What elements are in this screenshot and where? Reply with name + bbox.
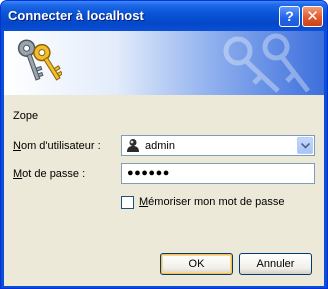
chevron-down-icon [301, 143, 310, 149]
login-dialog: Connecter à localhost ? ✕ Zope Nom d'uti… [0, 0, 328, 289]
keys-watermark-icon [223, 33, 310, 93]
close-button[interactable]: ✕ [302, 6, 323, 27]
window-title: Connecter à localhost [8, 8, 144, 23]
username-label-text: om d'utilisateur : [20, 140, 101, 152]
password-masked-value: ●●●●●● [127, 167, 170, 179]
remember-label-text: émoriser mon mot de passe [148, 196, 285, 208]
remember-label-accelerator: M [139, 196, 149, 208]
password-field[interactable]: ●●●●●● [121, 163, 315, 184]
remember-password-checkbox[interactable] [121, 196, 134, 209]
user-account-icon [127, 139, 139, 152]
ok-button[interactable]: OK [160, 253, 233, 275]
realm-label: Zope [13, 110, 39, 122]
keys-icon [17, 39, 62, 81]
password-label-text: ot de passe : [22, 168, 86, 180]
username-dropdown-button[interactable] [297, 137, 313, 154]
dialog-body: Zope Nom d'utilisateur : admin Mot de pa… [4, 31, 324, 286]
username-label: Nom d'utilisateur : [13, 140, 101, 152]
cancel-button[interactable]: Annuler [239, 253, 312, 275]
dialog-banner [4, 31, 324, 95]
title-bar[interactable]: Connecter à localhost ? ✕ [1, 1, 327, 31]
username-label-accelerator: N [13, 140, 21, 152]
password-label-accelerator: M [13, 168, 23, 180]
password-label: Mot de passe : [13, 168, 85, 180]
username-combobox[interactable]: admin [121, 135, 315, 156]
remember-password-label[interactable]: Mémoriser mon mot de passe [139, 196, 285, 208]
help-button[interactable]: ? [279, 6, 300, 27]
username-value: admin [145, 140, 175, 152]
